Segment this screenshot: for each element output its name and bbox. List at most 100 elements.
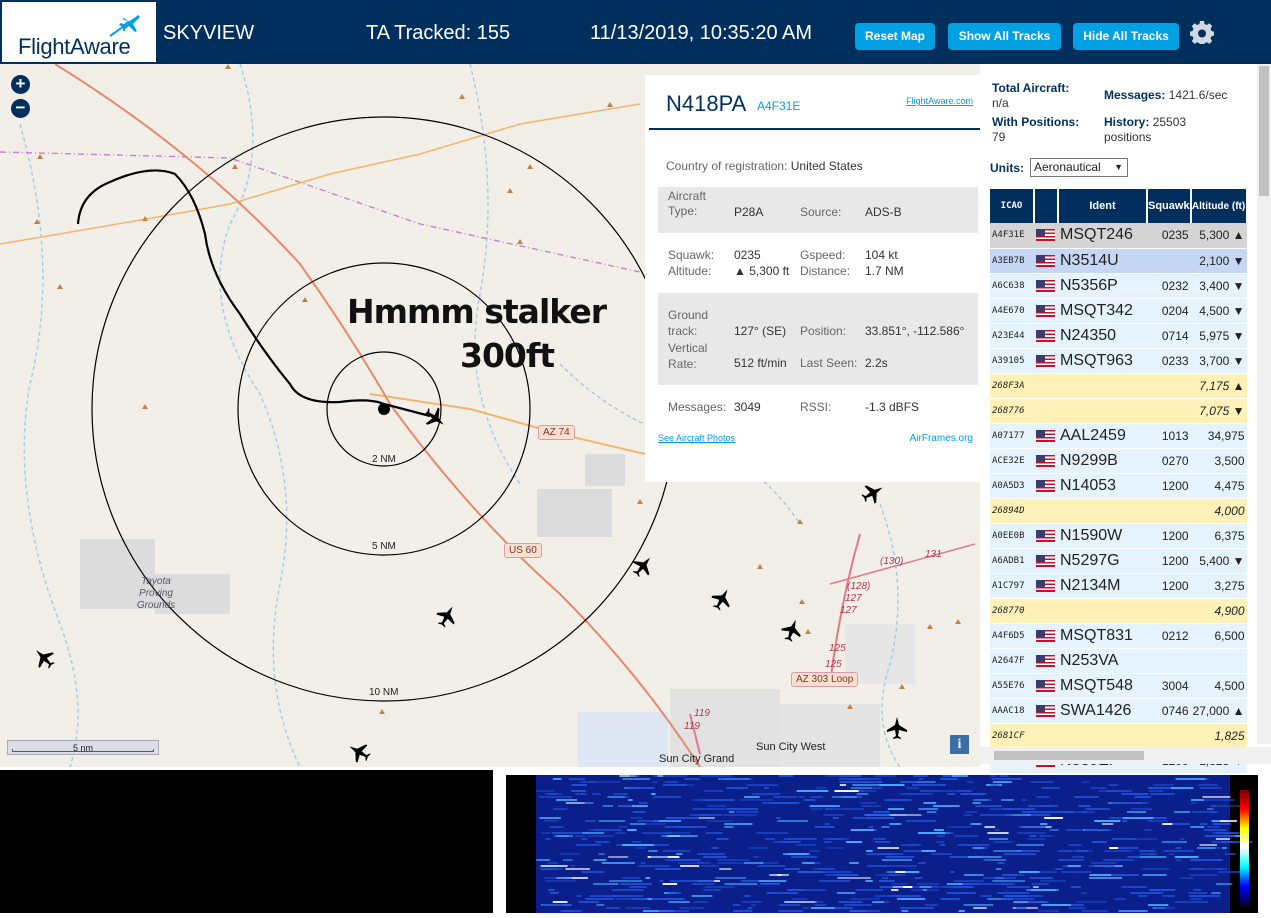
distance-label: Distance: [800,264,851,278]
table-row[interactable]: A1C797 N2134M 1200 3,275 [990,573,1247,599]
table-row[interactable]: 268776 7,075 ▼ [990,398,1247,424]
altitude-cell: 7,175 ▲ [1190,373,1247,399]
range-ring-label: 5 NM [372,541,396,552]
squawk-cell [1147,248,1191,274]
table-row[interactable]: A39105 MSQT963 0233 3,700 ▼ [990,348,1247,374]
table-row[interactable]: A4F31E MSQT246 0235 5,300 ▲ [990,223,1247,249]
history-unit: positions [1104,130,1152,144]
ident-cell: N9299B [1058,448,1147,474]
flag-cell [1034,223,1058,249]
altitude-cell: 27,000 ▲ [1190,698,1247,724]
table-row[interactable]: A07177 AAL2459 1013 34,975 [990,423,1247,449]
ident-cell [1058,723,1147,749]
table-row[interactable]: 26894D 4,000 [990,498,1247,524]
flag-cell [1034,273,1058,299]
map-info-button[interactable]: i [950,735,969,754]
ident-cell: MSQT342 [1058,298,1147,324]
table-row[interactable]: A6C638 N5356P 0232 3,400 ▼ [990,273,1247,299]
panel-divider [649,128,980,130]
column-header-altitude[interactable]: Altitude (ft) [1190,189,1248,223]
icao-cell: A6C638 [990,273,1034,299]
route-number: 125 [825,659,842,670]
table-row[interactable]: 2681CF 1,825 [990,723,1247,749]
us-flag-icon [1036,354,1055,367]
airframes-link[interactable]: AirFrames.org [910,433,973,444]
flag-cell [1034,298,1058,324]
scrollbar-thumb[interactable] [994,751,1144,760]
flightaware-link[interactable]: FlightAware.com [906,96,973,106]
squawk-label: Squawk: [668,248,715,262]
gear-icon[interactable] [1190,20,1214,44]
hide-all-tracks-button[interactable]: Hide All Tracks [1073,23,1179,50]
table-row[interactable]: A0A5D3 N14053 1200 4,475 [990,473,1247,499]
table-row[interactable]: A6ADB1 N5297G 1200 5,400 ▼ [990,548,1247,574]
last-seen-value: 2.2s [865,356,888,370]
icao-cell: A55E76 [990,673,1034,699]
show-all-tracks-button[interactable]: Show All Tracks [948,23,1061,50]
units-select[interactable]: Aeronautical [1030,158,1128,177]
rssi-label: RSSI: [800,400,832,414]
table-row[interactable]: 268F3A 7,175 ▲ [990,373,1247,399]
flightaware-logo[interactable]: FlightAware [0,0,158,64]
column-header-ident[interactable]: Ident [1058,189,1148,223]
ident-cell [1058,398,1147,424]
aircraft-icon [711,589,730,611]
table-row[interactable]: A55E76 MSQT548 3004 4,500 [990,673,1247,699]
icao-cell: AAAC18 [990,698,1034,724]
vertical-rate-value: 512 ft/min [734,356,787,370]
altitude-cell: 4,900 [1190,598,1247,624]
squawk-cell: 1200 [1147,548,1191,574]
vertical-rate-label: Vertical Rate: [668,341,708,371]
ident-cell: N14053 [1058,473,1147,499]
aircraft-photos-link[interactable]: See Aircraft Photos [658,433,735,443]
sidebar-horizontal-scrollbar[interactable] [980,747,1271,764]
messages-stat: Messages: 1421.6/sec [1104,88,1227,103]
icao-cell: 268770 [990,598,1034,624]
distance-value: 1.7 NM [865,264,904,278]
column-header-icao[interactable]: ICAO [990,189,1035,223]
aircraft-type-label: Aircraft Type: [668,189,707,218]
table-row[interactable]: A23E44 N24350 0714 5,975 ▼ [990,323,1247,349]
table-row[interactable]: A3EB7B N3514U 2,100 ▼ [990,248,1247,274]
us-flag-icon [1036,654,1055,667]
country-of-registration: Country of registration: United States [666,159,863,173]
icao-cell: A23E44 [990,323,1034,349]
with-positions-value: 79 [992,130,1006,144]
table-row[interactable]: 268770 4,900 [990,598,1247,624]
squawk-cell: 1013 [1147,423,1191,449]
route-number: 125 [829,643,846,654]
aircraft-table-body: A4F31E MSQT246 0235 5,300 ▲ A3EB7B N3514U 2,10… [990,223,1247,774]
sidebar-vertical-scrollbar[interactable] [1257,64,1271,744]
place-label: Sun City West [756,741,826,753]
ident-cell: AAL2459 [1058,423,1147,449]
table-row[interactable]: ACE32E N9299B 0270 3,500 [990,448,1247,474]
squawk-cell [1147,723,1191,749]
column-header-squawk[interactable]: Squawk [1147,189,1192,223]
table-row[interactable]: A4E670 MSQT342 0204 4,500 ▼ [990,298,1247,324]
reset-map-button[interactable]: Reset Map [855,23,935,50]
squawk-cell [1147,498,1191,524]
flag-cell [1034,398,1058,424]
zoom-in-button[interactable]: + [11,75,30,94]
ident-cell: MSQT831 [1058,623,1147,649]
zoom-out-button[interactable]: − [11,99,30,118]
column-header-flag[interactable] [1034,189,1059,223]
table-row[interactable]: A0EE0B N1590W 1200 6,375 [990,523,1247,549]
altitude-cell [1190,648,1247,674]
table-row[interactable]: A4F6D5 MSQT831 0212 6,500 [990,623,1247,649]
altitude-cell: 4,500 ▼ [1190,298,1247,324]
scrollbar-thumb[interactable] [1259,66,1269,196]
road-shield: US 60 [504,543,542,558]
waterfall-display [506,775,1258,913]
gspeed-value: 104 kt [865,248,898,262]
icao-cell: A07177 [990,423,1034,449]
squawk-cell: 0212 [1147,623,1191,649]
altitude-cell: 1,825 [1190,723,1247,749]
aircraft-type-value: P28A [734,205,764,219]
us-flag-icon [1036,679,1055,692]
icao-cell: 2681CF [990,723,1034,749]
table-row[interactable]: A2647F N253VA [990,648,1247,674]
ident-cell [1058,498,1147,524]
table-row[interactable]: AAAC18 SWA1426 0746 27,000 ▲ [990,698,1247,724]
header-bar: FlightAware SKYVIEW TA Tracked: 155 11/1… [0,0,1271,64]
